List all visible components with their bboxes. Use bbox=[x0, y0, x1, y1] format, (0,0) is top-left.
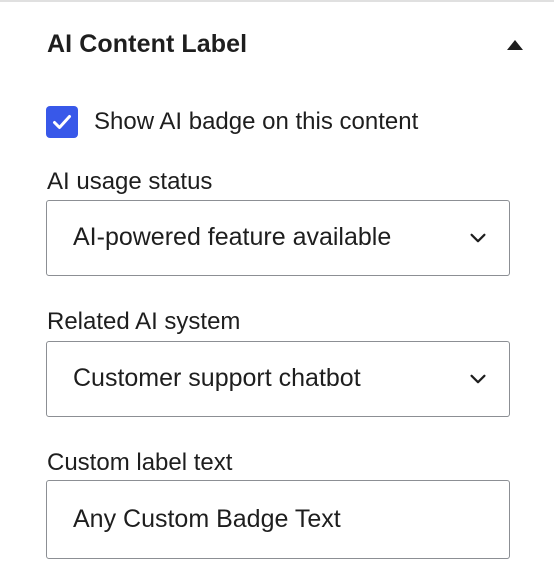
related-system-value: Customer support chatbot bbox=[73, 364, 361, 392]
custom-label-input[interactable] bbox=[46, 480, 510, 559]
custom-label-text-label: Custom label text bbox=[47, 449, 233, 476]
chevron-down-icon bbox=[470, 233, 486, 243]
panel-header-toggle[interactable]: AI Content Label bbox=[0, 2, 554, 88]
show-badge-checkbox[interactable] bbox=[46, 106, 78, 138]
chevron-down-icon bbox=[470, 374, 486, 384]
show-badge-label: Show AI badge on this content bbox=[94, 108, 419, 135]
usage-status-label: AI usage status bbox=[47, 168, 213, 195]
checkmark-icon bbox=[53, 115, 71, 129]
show-badge-option[interactable]: Show AI badge on this content bbox=[46, 106, 418, 138]
usage-status-select[interactable]: AI-powered feature available bbox=[46, 200, 510, 276]
related-system-label: Related AI system bbox=[47, 308, 241, 335]
panel-title: AI Content Label bbox=[47, 30, 248, 58]
usage-status-value: AI-powered feature available bbox=[73, 223, 392, 251]
related-system-select[interactable]: Customer support chatbot bbox=[46, 341, 510, 417]
chevron-up-icon[interactable] bbox=[507, 40, 523, 50]
